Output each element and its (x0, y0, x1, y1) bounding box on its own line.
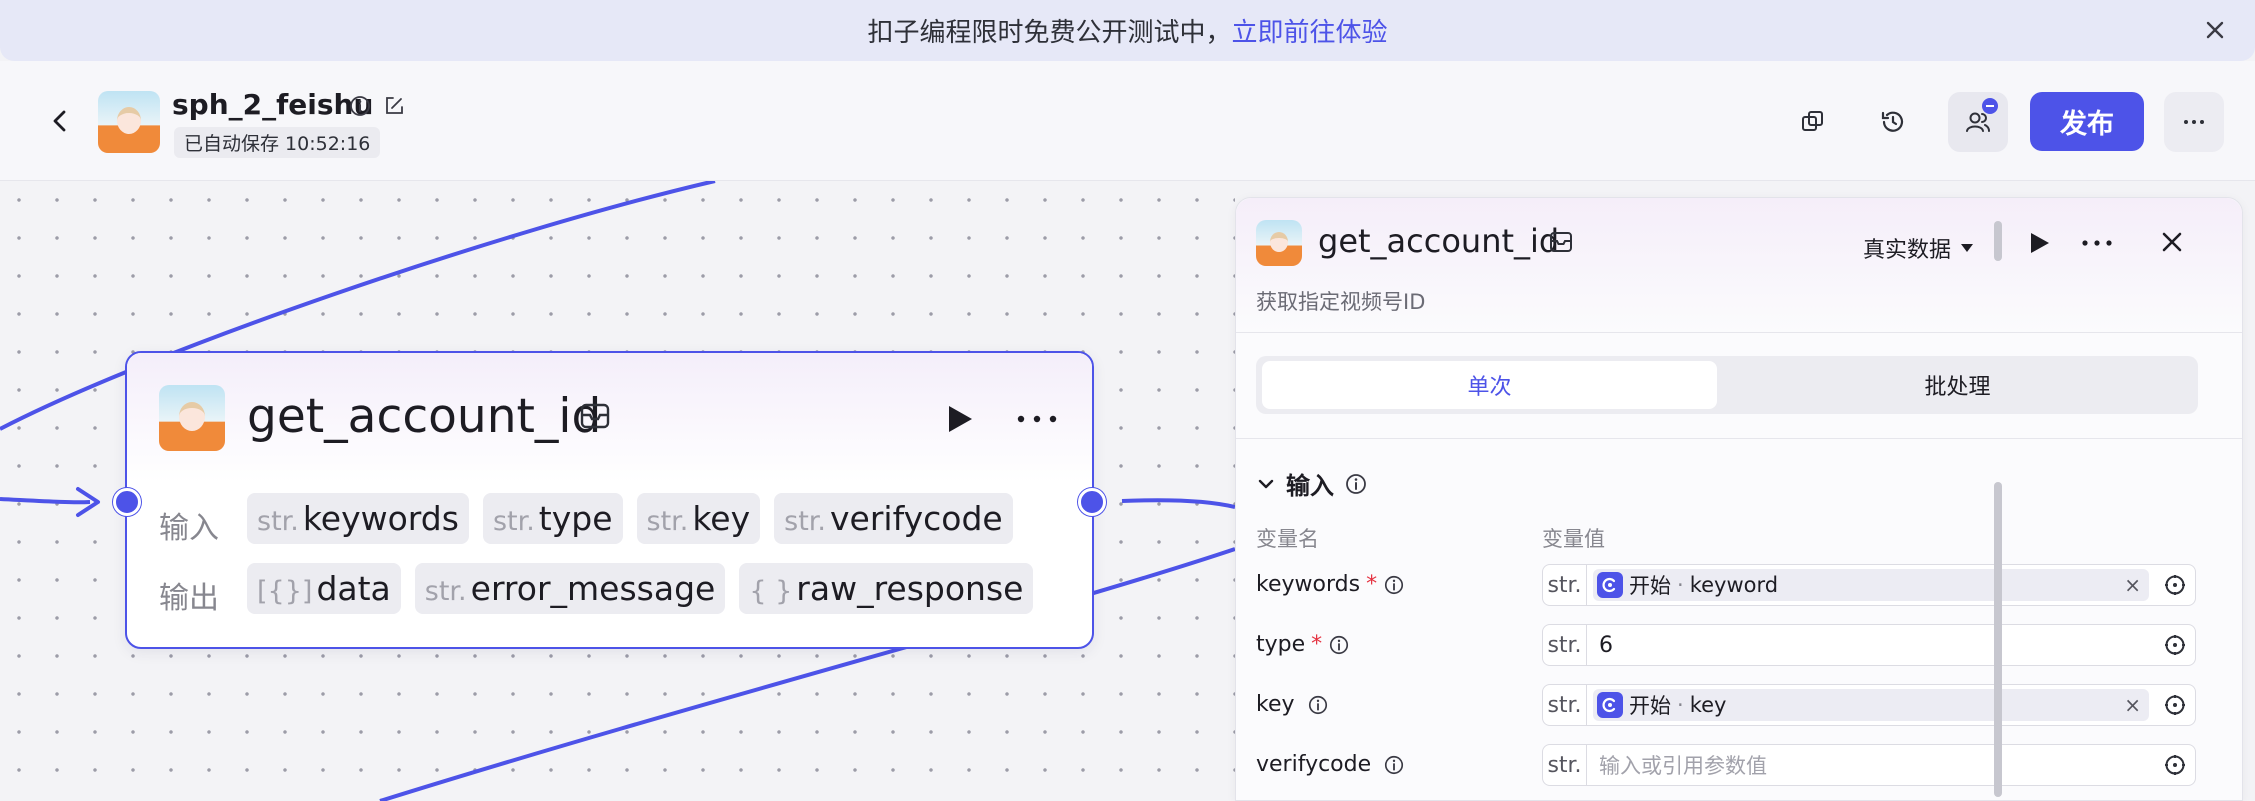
target-icon (2165, 695, 2185, 715)
copy-icon (1802, 111, 1823, 131)
node-inputs: str. keywords str. type str. key str. verify… (247, 493, 1013, 544)
param-type: str. (1543, 625, 1587, 665)
info-icon[interactable] (1344, 472, 1368, 496)
history-button[interactable] (1863, 92, 1923, 152)
input-chip: str. type (482, 493, 623, 544)
close-icon[interactable] (2156, 226, 2188, 258)
input-chip: str. keywords (247, 493, 469, 544)
clear-icon[interactable]: × (2124, 693, 2141, 717)
banner-text: 扣子编程限时免费公开测试中， (867, 18, 1232, 48)
node-title: get_account_id (247, 389, 602, 444)
chevron-down-icon (1258, 479, 1274, 488)
param-value-field[interactable]: str. 开始 · key × (1542, 684, 2196, 726)
section-title: 输入 (1286, 472, 1334, 500)
param-name: type * (1256, 632, 1350, 657)
start-node-icon (1597, 692, 1623, 718)
panel-title: get_account_id (1318, 222, 1560, 260)
banner-link[interactable]: 立即前往体验 (1232, 12, 1388, 49)
node-avatar (159, 385, 225, 451)
plugin-box-icon (1550, 232, 1572, 252)
caret-down-icon (1961, 244, 1974, 252)
collaborators-button[interactable] (1948, 92, 2008, 152)
start-node-icon (1597, 572, 1623, 598)
input-chip: str. verifycode (774, 493, 1013, 544)
node-output-port[interactable] (1078, 488, 1106, 516)
publish-button[interactable]: 发布 (2030, 92, 2144, 151)
target-icon (2165, 635, 2185, 655)
chevron-left-icon[interactable] (46, 103, 74, 139)
play-icon[interactable] (941, 401, 977, 437)
info-icon[interactable] (348, 94, 372, 118)
node-config-panel: get_account_id 获取指定视频号ID 真实数据 单次 批处理 输入 … (1235, 197, 2243, 801)
edge-into-node (0, 497, 91, 505)
input-section-header[interactable]: 输入 (1256, 466, 1368, 501)
more-button[interactable] (2164, 92, 2224, 152)
tab-batch[interactable]: 批处理 (1723, 361, 2192, 409)
panel-avatar (1256, 220, 1302, 266)
output-chip: { } raw_response (739, 563, 1034, 614)
close-icon[interactable] (2199, 14, 2231, 46)
info-icon[interactable] (1328, 634, 1350, 656)
more-horizontal-icon[interactable] (2079, 228, 2115, 258)
param-type: str. (1543, 685, 1587, 725)
announcement-banner: 扣子编程限时免费公开测试中， 立即前往体验 (0, 0, 2255, 61)
info-icon[interactable] (1383, 754, 1405, 776)
param-name: keywords * (1256, 572, 1405, 597)
node-input-port[interactable] (113, 488, 141, 516)
reference-picker-button[interactable] (2155, 625, 2195, 665)
param-type: str. (1543, 745, 1587, 785)
output-chip: [{}] data (247, 563, 401, 614)
param-name: verifycode (1256, 752, 1405, 777)
workflow-node[interactable]: get_account_id 输入 str. keywords str. type … (125, 351, 1094, 649)
variable-reference[interactable]: 开始 · key × (1593, 689, 2149, 721)
more-horizontal-icon[interactable] (1012, 401, 1062, 437)
panel-description: 获取指定视频号ID (1256, 290, 1426, 314)
param-value-field[interactable]: str. 输入或引用参数值 (1542, 744, 2196, 786)
param-type: str. (1543, 565, 1587, 605)
input-chip: str. key (636, 493, 761, 544)
app-avatar (98, 91, 160, 153)
param-name: key (1256, 692, 1329, 717)
reference-picker-button[interactable] (2155, 685, 2195, 725)
node-output-label: 输出 (159, 581, 219, 616)
more-horizontal-icon (2184, 120, 2204, 124)
autosave-status: 已自动保存 10:52:16 (174, 127, 381, 158)
node-input-label: 输入 (159, 511, 219, 546)
info-icon[interactable] (1383, 574, 1405, 596)
workflow-canvas[interactable]: get_account_id 输入 str. keywords str. type … (0, 181, 1235, 801)
param-value: 6 (1599, 632, 1613, 658)
divider (1236, 438, 2242, 439)
reference-picker-button[interactable] (2155, 565, 2195, 605)
data-mode-value: 真实数据 (1863, 238, 1952, 263)
target-icon (2165, 575, 2185, 595)
edit-icon[interactable] (382, 94, 406, 118)
node-outputs: [{}] data str. error_message { } raw_respon… (247, 563, 1034, 614)
run-mode-tabs: 单次 批处理 (1256, 356, 2198, 414)
scrollbar-thumb-top[interactable] (1994, 221, 2002, 261)
param-placeholder: 输入或引用参数值 (1599, 754, 1767, 778)
scrollbar-thumb[interactable] (1994, 482, 2002, 797)
plugin-box-icon (580, 403, 610, 429)
edge-out-right (1121, 498, 1235, 509)
column-header-name: 变量名 (1256, 527, 1319, 551)
history-icon (1881, 111, 1904, 132)
app-name: sph_2_feishu (172, 88, 374, 121)
info-icon[interactable] (1307, 694, 1329, 716)
param-value-field[interactable]: str. 开始 · keyword × (1542, 564, 2196, 606)
notification-badge-icon (1982, 98, 1998, 114)
param-value-field[interactable]: str. 6 (1542, 624, 2196, 666)
play-icon[interactable] (2024, 228, 2054, 258)
clear-icon[interactable]: × (2124, 573, 2141, 597)
output-chip: str. error_message (414, 563, 726, 614)
target-icon (2165, 755, 2185, 775)
copy-button[interactable] (1783, 92, 1843, 152)
reference-picker-button[interactable] (2155, 745, 2195, 785)
column-header-value: 变量值 (1542, 527, 1605, 551)
variable-reference[interactable]: 开始 · keyword × (1593, 569, 2149, 601)
data-mode-select[interactable]: 真实数据 (1863, 232, 1975, 264)
tab-single[interactable]: 单次 (1262, 361, 1717, 409)
